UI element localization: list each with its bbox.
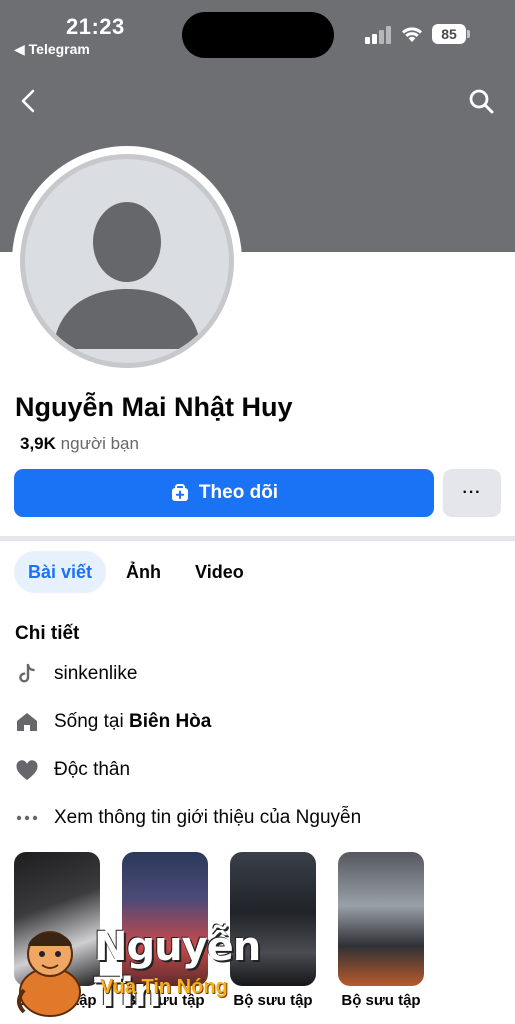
more-options-button[interactable]: ··· [443,469,501,517]
battery-tip [467,30,470,38]
add-friend-icon [171,484,188,501]
follow-button[interactable]: Theo dõi [14,469,434,517]
battery-level: 85 [432,24,466,44]
chevron-left-icon[interactable] [14,86,44,116]
collection-label: Bộ sưu tập [341,992,421,1009]
profile-tabs: Bài viết Ảnh Video [14,551,264,593]
friends-number: 3,9K [20,434,56,453]
section-divider [0,536,515,541]
mascot-icon [17,931,81,1017]
details-heading: Chi tiết [15,623,80,644]
watermark-subtitle: Vua Tin Nóng [100,976,228,998]
back-to-telegram-link[interactable]: ◀ Telegram [14,41,90,58]
profile-picture[interactable] [12,146,242,376]
more-dots-icon [14,805,40,831]
tab-photos[interactable]: Ảnh [112,551,175,593]
status-time: 21:23 [66,14,125,39]
heart-icon [14,757,40,783]
relationship-status: Độc thân [54,759,131,780]
tiktok-username: sinkenlike [54,663,138,684]
see-about-info-label: Xem thông tin giới thiệu của Nguyễn [54,807,362,828]
friends-label: người bạn [60,434,139,453]
person-silhouette-icon [53,202,201,349]
more-dots-icon: ··· [462,484,482,501]
detail-tiktok[interactable]: sinkenlike [14,659,137,689]
status-bar: 21:23 ◀ Telegram 85 [0,0,515,70]
lives-in-city[interactable]: Biên Hòa [129,711,211,733]
wifi-icon [402,27,422,42]
follow-label: Theo dõi [198,482,279,503]
detail-relationship: Độc thân [14,755,130,785]
collection-thumbnail [338,852,424,986]
dynamic-island [182,12,334,58]
tiktok-icon [14,661,40,687]
watermark-title: Nguyễn Tin [94,924,261,1016]
default-avatar [20,154,234,368]
search-icon[interactable] [466,86,496,116]
see-about-info-link[interactable]: Xem thông tin giới thiệu của Nguyễn [14,803,361,833]
lives-in-prefix: Sống tại [54,711,129,732]
watermark-logo: Nguyễn Tin Vua Tin Nóng [10,920,270,1020]
tab-posts[interactable]: Bài viết [14,551,107,593]
cellular-signal-icon [365,26,391,44]
home-icon [14,709,40,735]
tab-videos[interactable]: Video [181,551,258,593]
detail-lives-in: Sống tại Biên Hòa [14,707,211,737]
friends-count[interactable]: 3,9K người bạn [20,434,139,454]
battery-indicator: 85 [432,24,470,44]
collection-item[interactable]: Bộ sưu tập [338,852,424,1010]
profile-name: Nguyễn Mai Nhật Huy [15,392,293,422]
